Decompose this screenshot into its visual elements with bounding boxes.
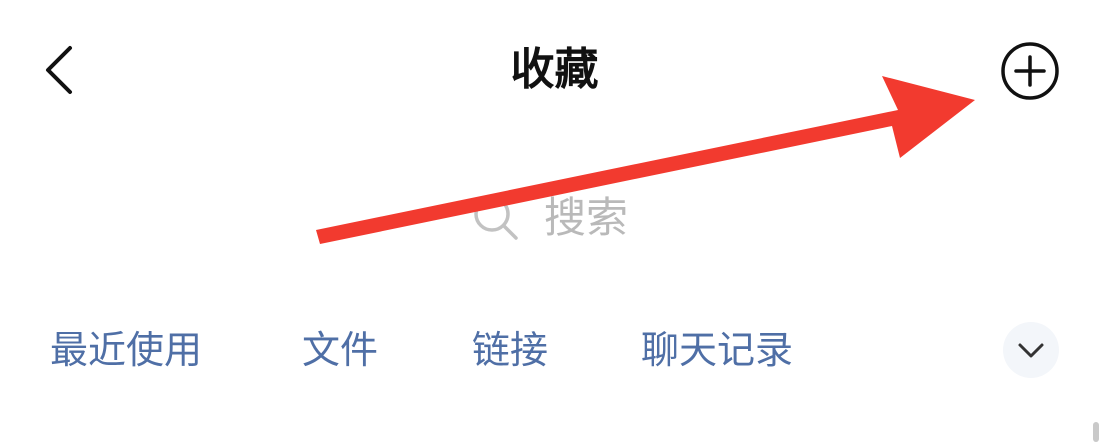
tab-recent[interactable]: 最近使用 <box>50 322 202 378</box>
favorites-screen: 收藏 搜索 最近使用 文件 链接 聊天记录 <box>0 0 1109 442</box>
tabs-expand-button[interactable] <box>1003 322 1059 378</box>
tab-chat-history[interactable]: 聊天记录 <box>641 322 793 378</box>
scroll-indicator <box>1093 422 1099 442</box>
chevron-down-icon <box>1018 343 1044 358</box>
tab-links[interactable]: 链接 <box>472 322 548 378</box>
search-bar[interactable]: 搜索 <box>470 188 628 248</box>
search-placeholder: 搜索 <box>544 193 629 242</box>
search-icon <box>470 192 522 244</box>
page-title: 收藏 <box>510 44 599 95</box>
add-button[interactable] <box>1000 42 1060 102</box>
plus-circle-icon <box>1001 42 1059 100</box>
tab-files[interactable]: 文件 <box>302 322 378 378</box>
